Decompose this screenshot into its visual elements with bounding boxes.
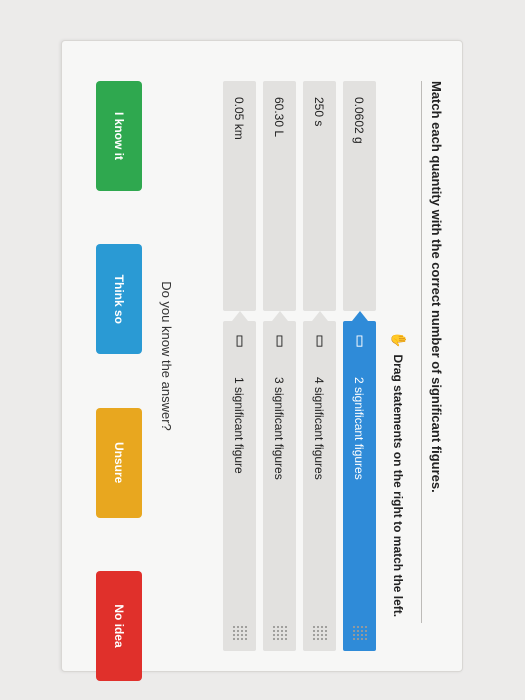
screen: Match each quantity with the correct num… — [0, 0, 525, 700]
left-item: 250 s — [303, 81, 336, 311]
unsure-button[interactable]: Unsure — [96, 407, 142, 518]
grip-dots-icon[interactable] — [232, 625, 248, 641]
left-item: 0.05 km — [223, 81, 256, 311]
left-item: 0.0602 g — [343, 81, 376, 311]
right-item-label: 2 significant figures — [352, 377, 367, 480]
instruction-text: Drag statements on the right to match th… — [391, 354, 406, 618]
confidence-prompt: Do you know the answer? — [159, 281, 174, 431]
drag-handle-icon[interactable]: ⊏⊐ — [273, 335, 286, 346]
drag-hand-icon: ✋ — [391, 331, 407, 349]
i-know-it-button[interactable]: I know it — [96, 81, 142, 191]
question-title: Match each quantity with the correct num… — [429, 81, 444, 493]
match-row: 0.05 km ⊏⊐ 1 significant figure — [223, 81, 256, 651]
right-item-label: 1 significant figure — [232, 377, 247, 474]
no-idea-button[interactable]: No idea — [96, 570, 142, 681]
question-card: Match each quantity with the correct num… — [61, 40, 463, 681]
left-item: 60.30 L — [263, 81, 296, 311]
right-draggable[interactable]: ⊏⊐ 4 significant figures — [303, 321, 336, 651]
match-row: 250 s ⊏⊐ 4 significant figures — [303, 81, 336, 651]
instruction: ✋ Drag statements on the right to match … — [390, 331, 407, 617]
right-item-label: 3 significant figures — [272, 377, 287, 480]
grip-dots-icon[interactable] — [312, 625, 328, 641]
right-draggable[interactable]: ⊏⊐ 2 significant figures — [343, 321, 376, 651]
confidence-buttons: I know it Think so Unsure No idea — [96, 81, 142, 681]
title-divider — [421, 81, 422, 623]
matching-grid: 0.0602 g ⊏⊐ 2 significant figures 250 s … — [216, 81, 376, 651]
match-row: 60.30 L ⊏⊐ 3 significant figures — [263, 81, 296, 651]
think-so-button[interactable]: Think so — [96, 244, 142, 355]
grip-dots-icon[interactable] — [272, 625, 288, 641]
right-item-label: 4 significant figures — [312, 377, 327, 480]
drag-handle-icon[interactable]: ⊏⊐ — [313, 335, 326, 346]
drag-handle-icon[interactable]: ⊏⊐ — [353, 335, 366, 346]
grip-dots-icon[interactable] — [352, 625, 368, 641]
right-draggable[interactable]: ⊏⊐ 1 significant figure — [223, 321, 256, 651]
drag-handle-icon[interactable]: ⊏⊐ — [233, 335, 246, 346]
match-row: 0.0602 g ⊏⊐ 2 significant figures — [343, 81, 376, 651]
right-draggable[interactable]: ⊏⊐ 3 significant figures — [263, 321, 296, 651]
